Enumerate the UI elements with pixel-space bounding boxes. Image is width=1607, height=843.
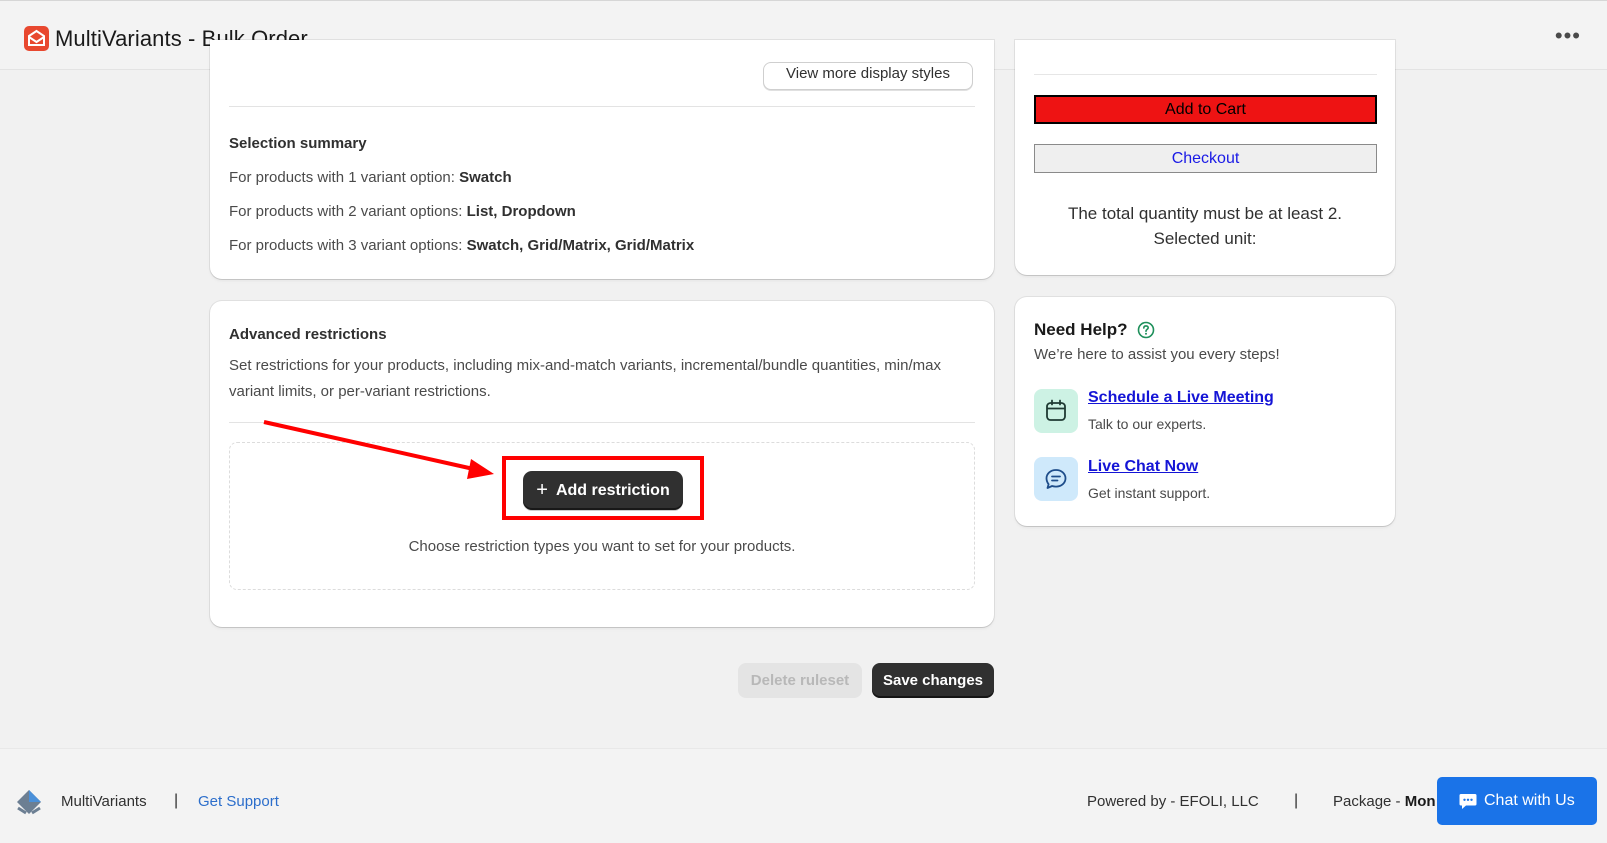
summary-line-value: Swatch, Grid/Matrix, Grid/Matrix — [466, 237, 695, 254]
need-help-title: Need Help? — [1034, 320, 1128, 339]
cart-quantity-note: The total quantity must be at least 2. S… — [1015, 201, 1395, 251]
more-horizontal-icon[interactable]: ••• — [1555, 25, 1581, 47]
advanced-restrictions-description: Set restrictions for your products, incl… — [229, 357, 941, 400]
divider — [229, 422, 975, 423]
empty-state-hint: Choose restriction types you want to set… — [408, 538, 796, 555]
footer-separator: | — [1294, 792, 1299, 809]
package-value: Mon — [1404, 793, 1436, 810]
view-more-display-styles-button[interactable]: View more display styles — [763, 62, 973, 90]
package-info: Package - Mon — [1333, 793, 1436, 810]
divider — [229, 106, 975, 107]
schedule-live-meeting-link[interactable]: Schedule a Live Meeting — [1088, 389, 1274, 407]
summary-line-2: For products with 2 variant options: Lis… — [229, 203, 576, 220]
get-support-link[interactable]: Get Support — [198, 793, 279, 810]
calendar-icon — [1034, 389, 1078, 433]
summary-line-prefix: For products with 1 variant option: — [229, 169, 455, 186]
schedule-live-meeting-desc: Talk to our experts. — [1088, 416, 1207, 432]
add-to-cart-button[interactable]: Add to Cart — [1034, 95, 1377, 124]
chat-bubble-icon — [1034, 457, 1078, 501]
summary-line-3: For products with 3 variant options: Swa… — [229, 237, 694, 254]
powered-by-text: Powered by - EFOLI, LLC — [1087, 793, 1259, 810]
checkout-button[interactable]: Checkout — [1034, 144, 1377, 173]
summary-line-value: Swatch — [459, 169, 512, 186]
divider — [1034, 74, 1377, 75]
cart-preview-card: Add to Cart Checkout The total quantity … — [1015, 40, 1395, 275]
save-changes-button[interactable]: Save changes — [872, 663, 994, 698]
summary-line-1: For products with 1 variant option: Swat… — [229, 169, 512, 186]
package-label: Package - — [1333, 793, 1405, 810]
cart-note-line: Selected unit: — [1153, 229, 1257, 248]
chat-icon — [1459, 794, 1477, 809]
chat-with-us-button[interactable]: Chat with Us — [1437, 777, 1597, 825]
live-chat-now-link[interactable]: Live Chat Now — [1088, 458, 1198, 476]
summary-line-value: List, Dropdown — [466, 203, 576, 220]
advanced-restrictions-title: Advanced restrictions — [229, 326, 387, 343]
advanced-restrictions-card: Advanced restrictions Set restrictions f… — [210, 301, 994, 627]
footer-separator: | — [174, 792, 179, 809]
chat-with-us-label: Chat with Us — [1484, 792, 1575, 809]
plus-icon: + — [536, 479, 548, 501]
display-styles-card: View more display styles Selection summa… — [210, 40, 994, 279]
need-help-card: Need Help? We’re here to assist you ever… — [1015, 297, 1395, 526]
summary-line-prefix: For products with 3 variant options: — [229, 237, 463, 254]
question-circle-icon — [1137, 321, 1155, 339]
multivariants-footer-logo-icon — [17, 790, 41, 815]
footer-brand: MultiVariants — [61, 793, 147, 810]
live-chat-now-desc: Get instant support. — [1088, 485, 1211, 501]
add-restriction-button[interactable]: + Add restriction — [523, 471, 683, 510]
footer: MultiVariants | Get Support Powered by -… — [0, 748, 1607, 843]
multivariants-logo-icon — [24, 26, 49, 51]
need-help-subtitle: We’re here to assist you every steps! — [1034, 346, 1280, 363]
summary-line-prefix: For products with 2 variant options: — [229, 203, 463, 220]
selection-summary-title: Selection summary — [229, 135, 367, 152]
delete-ruleset-button[interactable]: Delete ruleset — [738, 663, 862, 698]
cart-note-line: The total quantity must be at least 2. — [1067, 204, 1343, 223]
add-restriction-label: Add restriction — [555, 482, 670, 499]
